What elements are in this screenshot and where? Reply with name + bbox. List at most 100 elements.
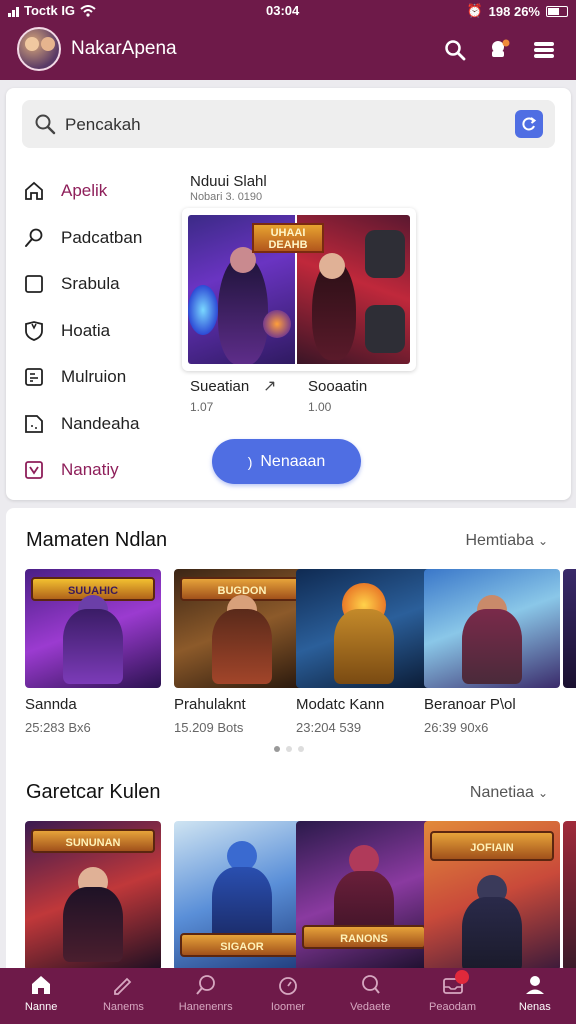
square-icon <box>22 272 46 296</box>
game-tile[interactable]: RANONS <box>296 821 432 971</box>
menu-item-search[interactable]: Padcatban <box>22 215 182 262</box>
tile-title: Sannda <box>25 696 77 713</box>
notification-button[interactable] <box>485 36 513 64</box>
nav-label: Vedaete <box>350 1001 391 1013</box>
game-tile-partial[interactable] <box>563 569 576 688</box>
notification-badge <box>455 970 470 984</box>
menu-item-label: Apelik <box>61 181 108 201</box>
primary-action-button[interactable]: ) Nenaaan <box>212 439 361 484</box>
shield-icon <box>22 319 46 343</box>
search-icon <box>445 40 466 61</box>
game-tile[interactable]: BUGDON <box>174 569 310 688</box>
nav-label: Nanne <box>24 1001 58 1013</box>
bell-icon <box>492 39 510 57</box>
featured-left-caption: Sueatian <box>190 378 250 395</box>
see-all-label: Nanetiaa <box>469 784 534 801</box>
nav-edit[interactable]: Nanems <box>82 968 164 1024</box>
clock: 03:04 <box>266 3 300 18</box>
nav-label: Nanems <box>102 1001 144 1013</box>
featured-banner: UHAAI DEAHB <box>252 223 324 253</box>
moon-icon: ) <box>247 453 253 470</box>
refresh-button[interactable] <box>515 110 543 138</box>
featured-right-caption: Sooaatin <box>308 378 368 395</box>
nav-profile[interactable]: Nenas <box>494 968 576 1024</box>
tile-meta: 23:204 539 <box>296 720 362 735</box>
menu-item-label: Nanatiy <box>61 460 119 480</box>
wifi-icon <box>80 4 96 17</box>
see-all-label: Hemtiaba <box>465 532 534 549</box>
game-tile[interactable]: SIGAOR <box>174 821 310 971</box>
section-title: Garetcar Kulen <box>26 781 161 803</box>
chevron-box-icon <box>22 458 46 482</box>
game-tile[interactable]: SUNUNAN <box>25 821 161 971</box>
game-tile-partial[interactable] <box>563 821 576 971</box>
tile-title: Modatc Kann <box>296 696 385 713</box>
avatar[interactable] <box>17 27 61 71</box>
file-icon <box>22 412 46 436</box>
game-tile[interactable] <box>296 569 432 688</box>
featured-title: Nduui Slahl <box>190 173 267 190</box>
game-tile[interactable] <box>424 569 560 688</box>
document-icon <box>22 365 46 389</box>
nav-label: Peaodam <box>429 1001 477 1013</box>
section-title: Mamaten Ndlan <box>26 529 168 551</box>
nav-explore[interactable]: Vedaete <box>329 968 411 1024</box>
menu-item-label: Hoatia <box>61 320 111 340</box>
featured-image[interactable]: UHAAI DEAHB <box>182 208 416 371</box>
search-icon <box>358 973 382 997</box>
menu-icon <box>534 42 554 58</box>
search-button[interactable] <box>441 36 469 64</box>
tile-label: RANONS <box>302 925 426 949</box>
refresh-icon <box>522 117 537 131</box>
carousel-dots[interactable] <box>274 746 304 752</box>
home-icon <box>22 179 46 203</box>
side-menu: Apelik Padcatban Srabula Hoatia Mulruion… <box>22 168 182 494</box>
menu-item-label: Srabula <box>61 274 120 294</box>
menu-item-document[interactable]: Mulruion <box>22 354 182 401</box>
tile-meta: 15.209 Bots <box>174 720 244 735</box>
battery-icon <box>546 5 568 17</box>
section-see-all-link[interactable]: Hemtiaba ⌄ <box>465 532 548 550</box>
section-see-all-link[interactable]: Nanetiaa ⌄ <box>470 784 548 802</box>
menu-item-square[interactable]: Srabula <box>22 261 182 308</box>
nav-inbox[interactable]: Peaodam <box>411 968 493 1024</box>
nav-timer[interactable]: Ioomer <box>247 968 329 1024</box>
nav-label: Hanenenrs <box>178 1001 233 1013</box>
menu-item-shield[interactable]: Hoatia <box>22 308 182 355</box>
nav-label: Nenas <box>518 1001 551 1013</box>
pencil-icon <box>111 973 135 997</box>
status-bar: Toctk IG 03:04 ⏰ 198 26% <box>0 0 576 22</box>
menu-item-selected[interactable]: Nanatiy <box>22 447 182 494</box>
chevron-down-icon: ⌄ <box>537 786 548 800</box>
search-icon <box>22 226 46 250</box>
content-sections: Mamaten Ndlan Hemtiaba ⌄ SUUAHIC BUGDON … <box>6 508 576 978</box>
app-bar: NakarApena <box>0 22 576 80</box>
search-bar[interactable]: Pencakah <box>22 100 555 148</box>
search-input[interactable]: Pencakah <box>65 115 141 135</box>
menu-item-home[interactable]: Apelik <box>22 168 182 215</box>
menu-item-file[interactable]: Nandeaha <box>22 401 182 448</box>
signal-icon <box>8 5 19 17</box>
tile-meta: 25:283 Bx6 <box>25 720 91 735</box>
edit-icon: ↗ <box>263 378 277 395</box>
search-icon <box>35 114 56 135</box>
nav-home[interactable]: Nanne <box>0 968 82 1024</box>
timer-icon <box>276 973 300 997</box>
menu-item-label: Padcatban <box>61 227 143 247</box>
button-label: Nenaaan <box>260 452 326 470</box>
game-tile[interactable]: JOFIAIN <box>424 821 560 971</box>
menu-button[interactable] <box>530 36 558 64</box>
bottom-nav: Nanne Nanems Hanenenrs Ioomer Vedaete Pe… <box>0 968 576 1024</box>
game-tile[interactable]: SUUAHIC <box>25 569 161 688</box>
tile-title: Beranoar P\ol <box>424 696 516 713</box>
main-card: Pencakah Apelik Padcatban Srabula Hoatia… <box>6 88 571 500</box>
carrier-label: Toctk IG <box>24 3 76 18</box>
chevron-down-icon: ⌄ <box>537 534 548 548</box>
featured-right-meta: 1.00 <box>308 400 332 414</box>
home-icon <box>29 973 53 997</box>
nav-search[interactable]: Hanenenrs <box>165 968 247 1024</box>
menu-item-label: Nandeaha <box>61 413 140 433</box>
battery-text: 198 26% <box>488 3 540 19</box>
person-icon <box>523 973 547 997</box>
tile-title: Prahulaknt <box>174 696 246 713</box>
